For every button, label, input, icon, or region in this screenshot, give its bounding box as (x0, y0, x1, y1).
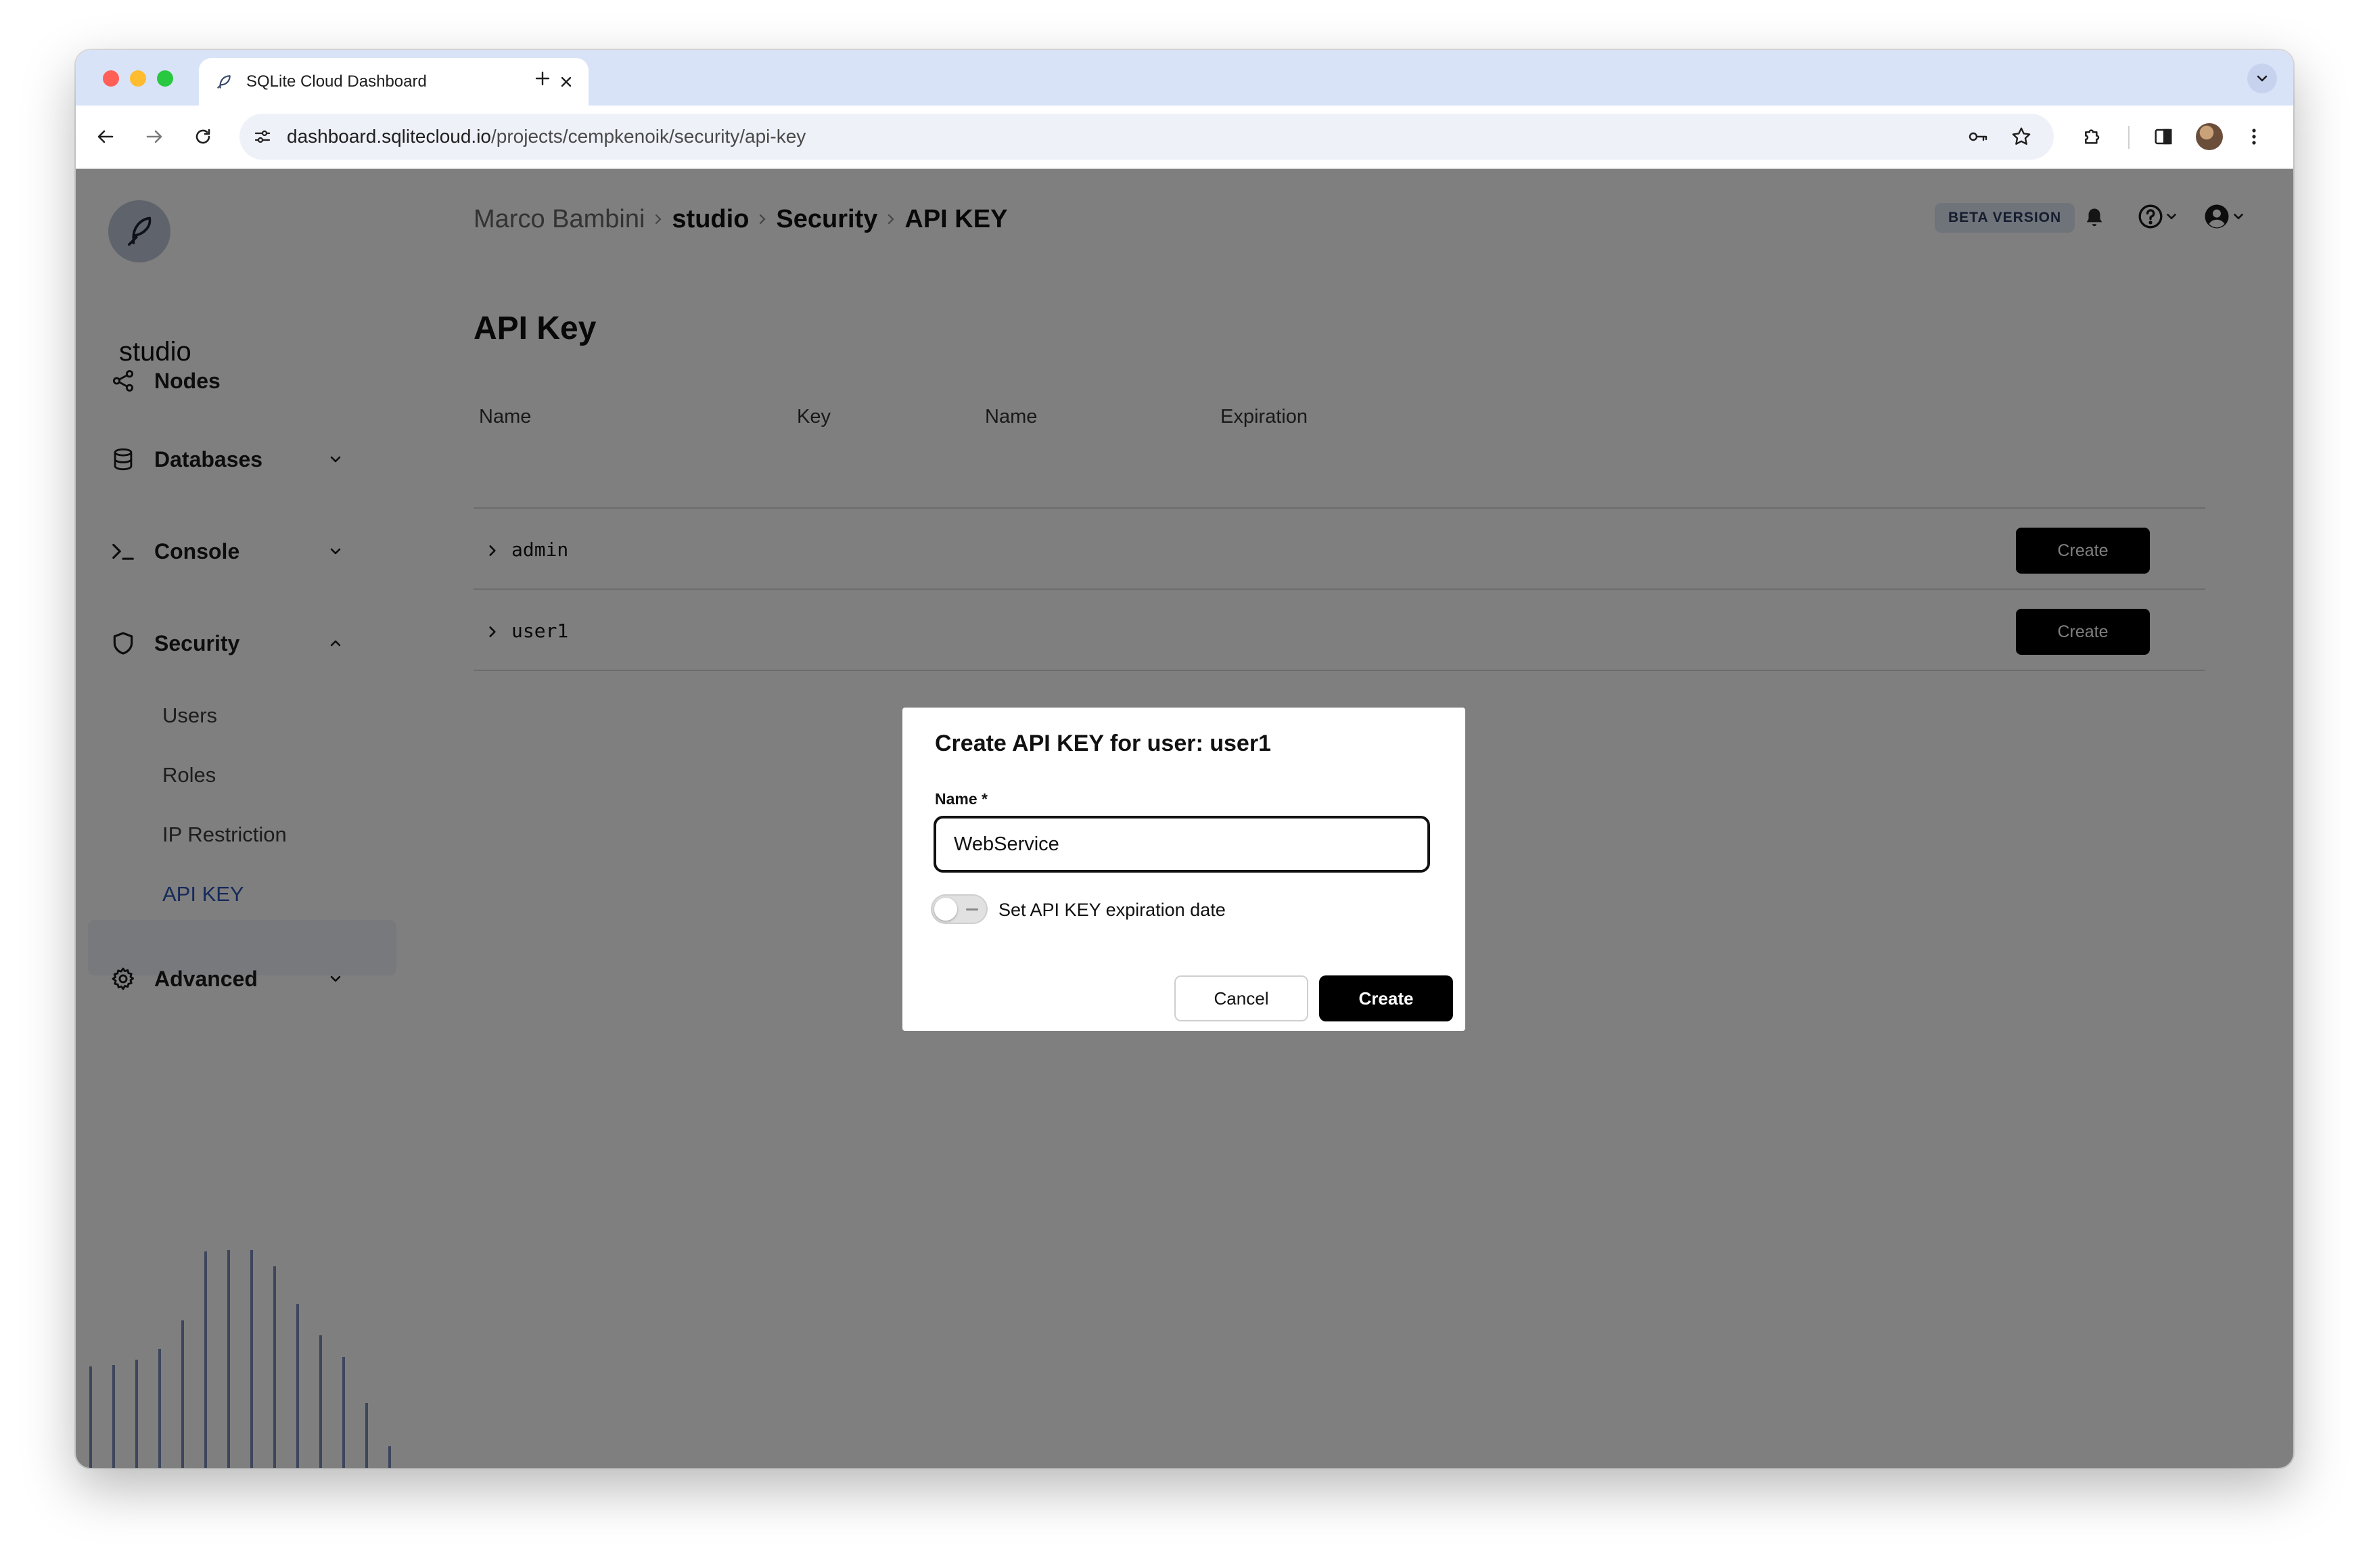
name-field-label: Name * (935, 790, 988, 808)
url-path: /projects/cempkenoik/security/api-key (490, 126, 806, 147)
cancel-button[interactable]: Cancel (1174, 975, 1308, 1021)
reload-icon[interactable] (187, 120, 219, 153)
address-bar[interactable]: dashboard.sqlitecloud.io/projects/cempke… (239, 114, 2054, 160)
expiration-toggle-label: Set API KEY expiration date (998, 900, 1226, 920)
new-tab-button[interactable] (528, 64, 557, 93)
minimize-window-button[interactable] (130, 70, 146, 87)
toggle-knob (934, 898, 957, 921)
forward-arrow-icon[interactable] (138, 120, 170, 153)
dialog-title: Create API KEY for user: user1 (935, 731, 1271, 756)
browser-window: SQLite Cloud Dashboard dashboard.sqlitec… (76, 50, 2293, 1468)
tab-strip: SQLite Cloud Dashboard (76, 50, 2293, 106)
tab-title: SQLite Cloud Dashboard (246, 72, 427, 91)
close-window-button[interactable] (103, 70, 119, 87)
expiration-toggle[interactable] (931, 894, 988, 924)
toggle-off-indicator (966, 908, 978, 910)
side-panel-icon[interactable] (2147, 120, 2180, 153)
back-arrow-icon[interactable] (89, 120, 122, 153)
tab-search-chevron-icon[interactable] (2247, 64, 2277, 93)
browser-menu-icon[interactable] (2238, 120, 2270, 153)
site-settings-icon[interactable] (246, 120, 279, 153)
page-content: studio Nodes Databases Console (76, 169, 2293, 1468)
tab-close-icon[interactable] (556, 72, 576, 92)
browser-toolbar: dashboard.sqlitecloud.io/projects/cempke… (76, 106, 2293, 169)
profile-avatar[interactable] (2193, 120, 2226, 153)
create-button[interactable]: Create (1319, 975, 1453, 1021)
maximize-window-button[interactable] (157, 70, 173, 87)
url-text: dashboard.sqlitecloud.io/projects/cempke… (287, 114, 806, 160)
password-key-icon[interactable] (1962, 120, 1994, 153)
api-key-name-input[interactable] (934, 816, 1430, 873)
create-api-key-dialog: Create API KEY for user: user1 Name * Se… (902, 708, 1465, 1031)
extensions-puzzle-icon[interactable] (2077, 120, 2109, 153)
url-host: dashboard.sqlitecloud.io (287, 126, 491, 147)
feather-favicon-icon (214, 72, 234, 92)
toolbar-divider (2128, 126, 2130, 149)
bookmark-star-icon[interactable] (2005, 120, 2038, 153)
